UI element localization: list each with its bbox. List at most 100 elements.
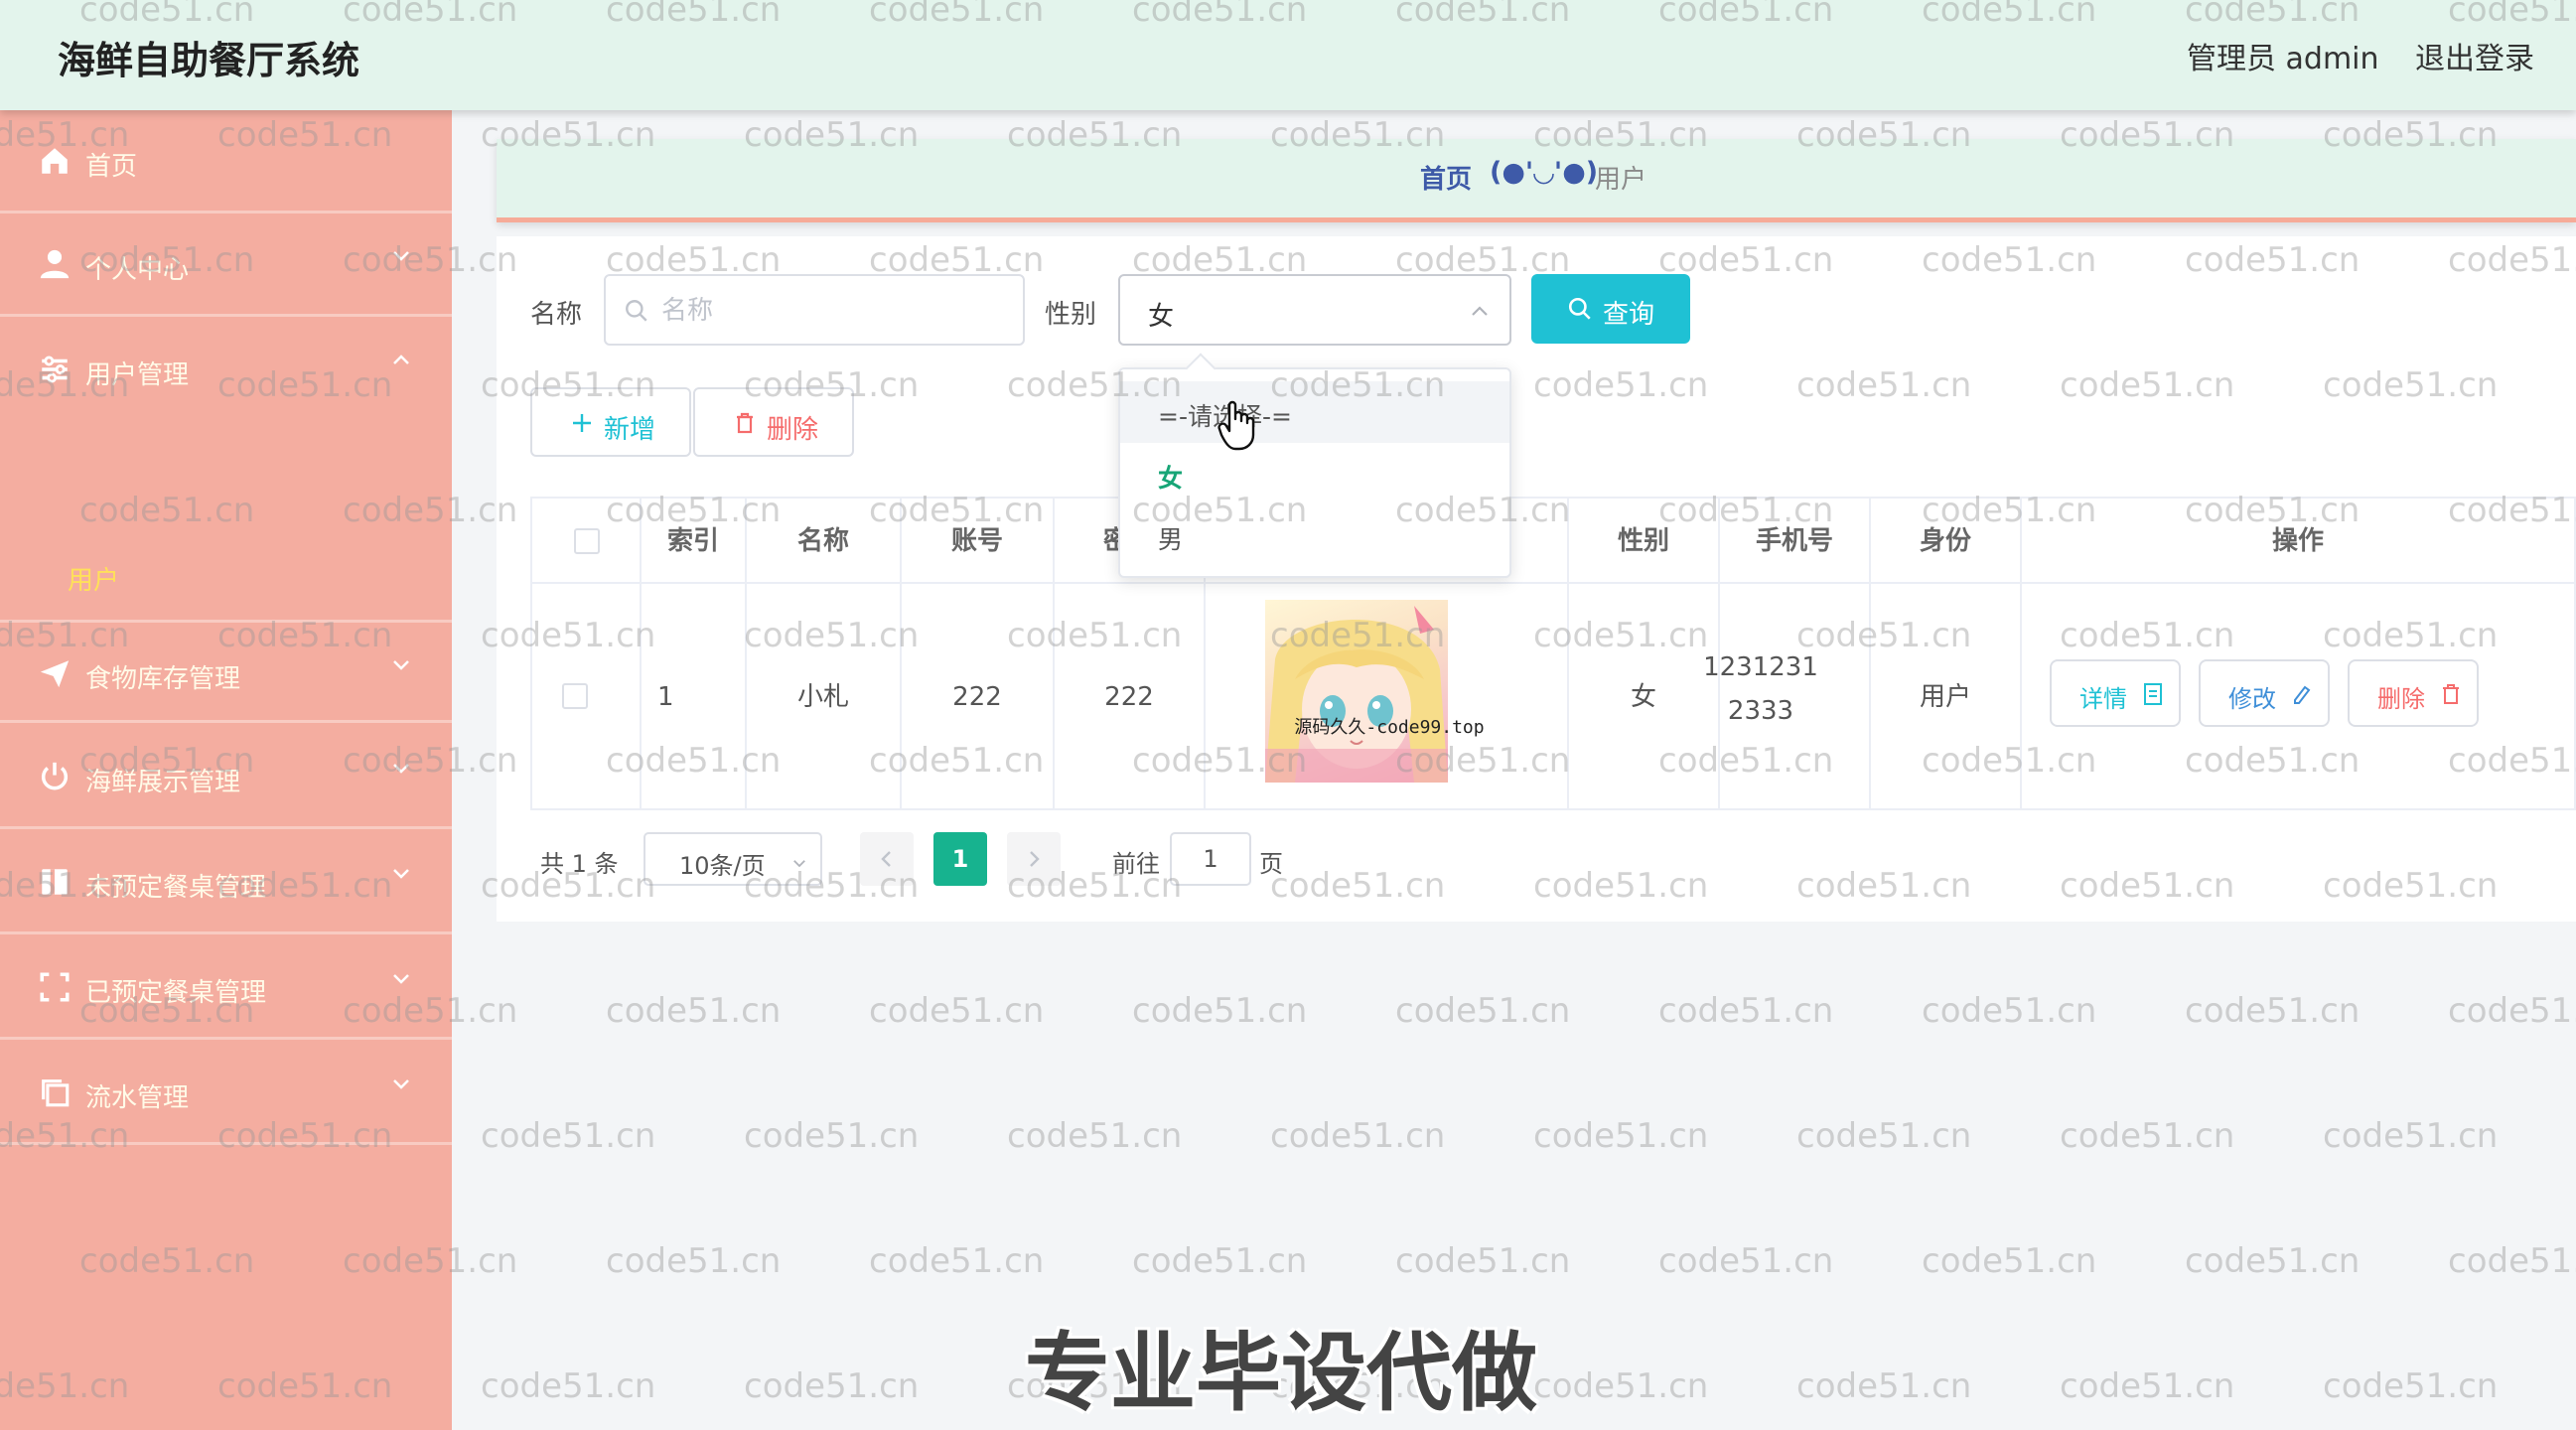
- sidebar-item-food-stock[interactable]: 食物库存管理: [0, 620, 452, 723]
- chevron-down-icon: [393, 660, 409, 670]
- column-header: 手机号: [1720, 499, 1871, 584]
- sidebar-item-user-management[interactable]: 用户管理: [0, 319, 452, 422]
- add-button-label: 新增: [604, 415, 656, 445]
- detail-button-label: 详情: [2079, 685, 2127, 713]
- column-header: 账号: [902, 499, 1055, 584]
- page-size-value: 10条/页: [679, 852, 766, 880]
- add-button[interactable]: 新增: [530, 387, 691, 457]
- prev-page-button[interactable]: [860, 832, 914, 886]
- page-size-select[interactable]: 10条/页: [644, 832, 822, 886]
- watermark-text: code51.cn: [1132, 1241, 1308, 1281]
- admin-user-label: 管理员 admin: [2187, 42, 2379, 76]
- column-header: 性别: [1569, 499, 1720, 584]
- watermark-text: code51.cn: [1796, 1366, 1972, 1406]
- sidebar-item-profile[interactable]: 个人中心: [0, 214, 452, 317]
- sidebar-item-home[interactable]: 首页: [0, 110, 452, 214]
- sidebar-item-booked-tables[interactable]: 已预定餐桌管理: [0, 936, 452, 1040]
- cell-password: 222: [1055, 584, 1206, 810]
- goto-label: 前往: [1112, 850, 1160, 878]
- watermark-text: code51.cn: [1796, 1116, 1972, 1156]
- watermark-text: code51.cn: [1270, 1116, 1446, 1156]
- dropdown-option-placeholder[interactable]: =-请选择-=: [1120, 381, 1509, 443]
- column-header: 操作: [2022, 499, 2574, 584]
- search-icon: [626, 300, 647, 322]
- dropdown-option-label: 男: [1158, 525, 1184, 554]
- row-delete-button[interactable]: 删除: [2348, 659, 2479, 727]
- edit-button[interactable]: 修改: [2199, 659, 2330, 727]
- breadcrumb-home[interactable]: 首页: [1420, 159, 1472, 196]
- watermark-text: code51.cn: [2448, 991, 2576, 1031]
- bulk-delete-button-label: 删除: [767, 415, 819, 445]
- sex-select-value: 女: [1148, 302, 1175, 332]
- phone-line: 2333: [1727, 696, 1794, 726]
- watermark-text: code51.cn: [606, 1241, 782, 1281]
- name-search-input[interactable]: [661, 290, 1009, 332]
- row-delete-button-label: 删除: [2377, 685, 2425, 713]
- chevron-up-icon: [393, 355, 409, 364]
- logout-link[interactable]: 退出登录: [2415, 34, 2534, 77]
- name-search-field[interactable]: [604, 274, 1025, 346]
- search-icon: [1568, 297, 1591, 320]
- app-title: 海鲜自助餐厅系统: [58, 39, 360, 82]
- select-all-checkbox[interactable]: [574, 528, 600, 554]
- dropdown-option-male[interactable]: 男: [1120, 504, 1509, 566]
- search-button[interactable]: 查询: [1531, 274, 1690, 344]
- goto-suffix: 页: [1259, 850, 1283, 878]
- goto-page-input[interactable]: [1170, 832, 1251, 886]
- sidebar-item-label: 流水管理: [85, 1083, 190, 1113]
- chevron-right-icon: [1030, 851, 1040, 867]
- watermark-text: code51.cn: [481, 1116, 656, 1156]
- sex-select[interactable]: 女: [1118, 274, 1511, 346]
- search-button-label: 查询: [1603, 300, 1655, 330]
- watermark-text: code51.cn: [2185, 991, 2361, 1031]
- user-icon: [40, 249, 70, 279]
- breadcrumb-current: 用户: [1595, 165, 1647, 195]
- watermark-text: code51.cn: [606, 991, 782, 1031]
- watermark-text: code51.cn: [869, 991, 1045, 1031]
- watermark-text: code51.cn: [1658, 991, 1834, 1031]
- chevron-down-icon: [793, 860, 805, 868]
- detail-button[interactable]: 详情: [2050, 659, 2181, 727]
- sliders-icon: [42, 356, 68, 383]
- book-icon: [42, 869, 68, 895]
- watermark-text: code51.cn: [2060, 1366, 2235, 1406]
- sidebar-subitem-user[interactable]: 用户: [0, 530, 452, 620]
- sidebar-item-label: 食物库存管理: [85, 664, 241, 694]
- watermark-text: code51.cn: [1395, 1241, 1571, 1281]
- column-header: 索引: [642, 499, 747, 584]
- watermark-text: code51.cn: [2448, 1241, 2576, 1281]
- edit-icon: [2294, 685, 2311, 704]
- sidebar-subitem-label: 用户: [68, 566, 120, 596]
- column-header: 名称: [747, 499, 902, 584]
- watermark-text: code51.cn: [2323, 1366, 2499, 1406]
- avatar-caption: 源码久久-code99.top: [1294, 717, 1485, 738]
- watermark-text: code51.cn: [1533, 1366, 1709, 1406]
- sidebar-item-transactions[interactable]: 流水管理: [0, 1042, 452, 1145]
- avatar: [1265, 600, 1448, 783]
- sidebar-item-unbooked-tables[interactable]: 未预定餐桌管理: [0, 831, 452, 934]
- edit-button-label: 修改: [2228, 685, 2276, 713]
- trash-icon: [737, 412, 753, 434]
- watermark-text: code51.cn: [2323, 1116, 2499, 1156]
- row-checkbox[interactable]: [562, 683, 588, 709]
- sidebar-item-label: 个人中心: [85, 255, 190, 285]
- watermark-text: code51.cn: [1658, 1241, 1834, 1281]
- dropdown-option-female[interactable]: 女: [1120, 443, 1509, 504]
- watermark-text: code51.cn: [1395, 991, 1571, 1031]
- watermark-text: code51.cn: [869, 1241, 1045, 1281]
- chevron-up-icon: [1472, 306, 1488, 316]
- next-page-button[interactable]: [1007, 832, 1061, 886]
- name-filter-label: 名称: [530, 300, 583, 330]
- column-header: 身份: [1871, 499, 2022, 584]
- dropdown-option-label: 女: [1158, 464, 1184, 493]
- user-table: 索引 名称 账号 密码 头像 性别 手机号 身份 操作 1 小札 222 222: [530, 497, 2576, 810]
- bulk-delete-button[interactable]: 删除: [693, 387, 854, 457]
- sidebar-item-seafood-display[interactable]: 海鲜展示管理: [0, 726, 452, 829]
- power-icon: [41, 762, 69, 790]
- page-number-current[interactable]: 1: [933, 832, 987, 886]
- hand-cursor-icon: [1217, 400, 1255, 451]
- breadcrumb: 首页 (●'◡'●) 用户: [497, 139, 2576, 222]
- watermark-text: code51.cn: [1922, 1241, 2097, 1281]
- column-header-select: [532, 499, 642, 584]
- watermark-text: code51.cn: [2060, 1116, 2235, 1156]
